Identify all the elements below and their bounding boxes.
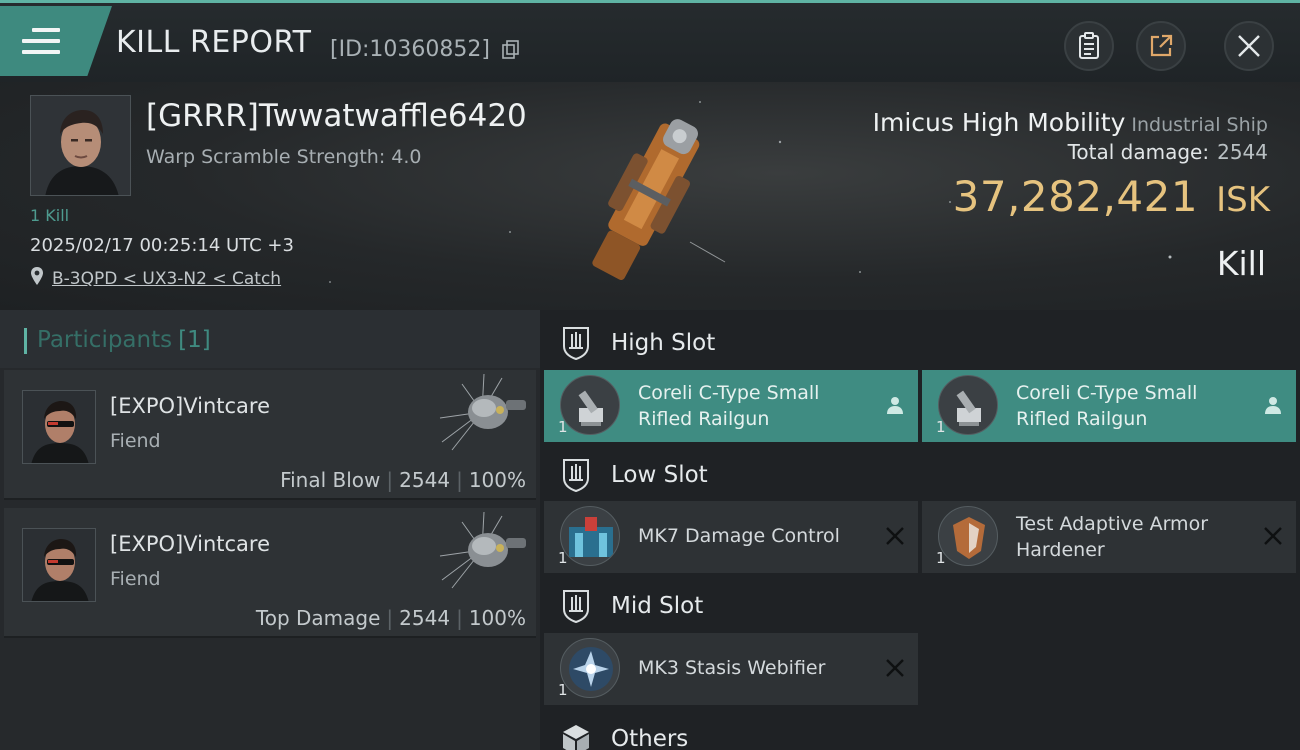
pilot-icon: [887, 397, 903, 414]
isk-unit: ISK: [1216, 180, 1270, 220]
ship-name-line: Imicus High Mobility Industrial Ship: [873, 108, 1268, 137]
location-pin-icon: [31, 267, 43, 285]
victim-header: [GRRR]Twwatwaffle6420 Warp Scramble Stre…: [0, 82, 1300, 310]
others-label: Others: [611, 726, 689, 750]
mid-slot-header: Mid Slot: [540, 575, 1300, 635]
copy-icon[interactable]: [502, 40, 520, 60]
participant-ship-image: [439, 511, 526, 589]
isk-value: 37,282,421: [952, 172, 1199, 221]
module-quantity: 1: [558, 418, 568, 436]
menu-button[interactable]: [0, 6, 112, 76]
slot-shield-icon: [563, 327, 589, 360]
isk-value-line: 37,282,421 ISK: [953, 172, 1270, 221]
participant-ship: Fiend: [110, 430, 161, 452]
participant-ship: Fiend: [110, 568, 161, 590]
slot-shield-icon: [563, 459, 589, 492]
module-name: MK3 Stasis Webifier: [638, 657, 826, 679]
kill-result-label: Kill: [1216, 244, 1266, 283]
participant-stats: Final Blow | 2544 | 100%: [280, 468, 526, 492]
participant-percent: 100%: [468, 468, 526, 492]
participant-stats: Top Damage | 2544 | 100%: [255, 606, 526, 630]
module-card[interactable]: 1 Coreli C-Type Small Rifled Railgun: [922, 370, 1296, 442]
ship-name[interactable]: Imicus High Mobility: [873, 108, 1126, 137]
menu-icon: [22, 28, 60, 56]
share-button[interactable]: [1136, 21, 1186, 71]
kill-location-link[interactable]: B-3QPD < UX3-N2 < Catch: [52, 269, 281, 289]
participant-role: Final Blow: [280, 468, 381, 492]
total-damage-value: 2544: [1217, 140, 1268, 164]
module-card[interactable]: 1 MK7 Damage Control: [544, 501, 918, 573]
participant-avatar[interactable]: [22, 390, 96, 464]
page-title: KILL REPORT: [116, 25, 312, 60]
module-name: Test Adaptive Armor Hardener: [1016, 513, 1209, 561]
module-card[interactable]: 1 MK3 Stasis Webifier: [544, 633, 918, 705]
high-slot-header: High Slot: [540, 312, 1300, 372]
report-id: [ID:10360852]: [330, 37, 490, 62]
participant-damage: 2544: [399, 606, 451, 630]
module-card[interactable]: 1 Test Adaptive Armor Hardener: [922, 501, 1296, 573]
slot-shield-icon: [563, 590, 589, 623]
fitting-panel: High Slot 1 Coreli C-Type Small Rifled R…: [540, 310, 1300, 750]
mid-slot-label: Mid Slot: [611, 593, 704, 619]
railgun-icon: [938, 375, 998, 435]
participant-ship-image: [439, 373, 526, 451]
participant-name[interactable]: [EXPO]Vintcare: [110, 532, 270, 556]
module-quantity: 1: [936, 549, 946, 567]
victim-name[interactable]: [GRRR]Twwatwaffle6420: [146, 98, 527, 134]
warp-scramble-strength: Warp Scramble Strength: 4.0: [146, 146, 422, 168]
close-icon: [1238, 35, 1260, 57]
dropped-x-icon: [1264, 527, 1282, 545]
victim-ship-image: [592, 119, 726, 281]
kill-timestamp: 2025/02/17 00:25:14 UTC +3: [30, 235, 294, 256]
box-icon: [563, 725, 589, 750]
participant-damage: 2544: [399, 468, 451, 492]
pilot-icon: [1265, 397, 1281, 414]
victim-avatar[interactable]: [30, 95, 131, 196]
participant-row[interactable]: [EXPO]Vintcare Fiend Top Damage | 2544 | 100…: [4, 508, 536, 638]
close-button[interactable]: [1224, 21, 1274, 71]
participant-role: Top Damage: [255, 606, 381, 630]
low-slot-label: Low Slot: [611, 462, 708, 488]
dropped-x-icon: [886, 527, 904, 545]
damage-control-icon: [560, 506, 620, 566]
total-damage-line: Total damage: 2544: [1068, 140, 1268, 164]
stasis-webifier-icon: [560, 638, 620, 698]
kill-count: 1 Kill: [30, 206, 70, 225]
module-name: MK7 Damage Control: [638, 525, 840, 547]
armor-hardener-icon: [938, 506, 998, 566]
total-damage-label: Total damage:: [1067, 140, 1210, 164]
railgun-icon: [560, 375, 620, 435]
participants-label: Participants: [37, 327, 173, 353]
participants-panel: Participants [1] [EXPO]Vintcare Fiend Fi…: [0, 310, 540, 750]
ship-class: Industrial Ship: [1131, 114, 1268, 136]
share-icon: [1150, 34, 1173, 57]
high-slot-label: High Slot: [611, 330, 716, 356]
participants-header: Participants [1]: [0, 310, 540, 368]
module-quantity: 1: [558, 681, 568, 699]
accent-bar: [24, 328, 27, 354]
module-quantity: 1: [558, 549, 568, 567]
participant-name[interactable]: [EXPO]Vintcare: [110, 394, 270, 418]
top-bar: KILL REPORT [ID:10360852]: [0, 0, 1300, 82]
clipboard-icon: [1079, 32, 1099, 59]
low-slot-header: Low Slot: [540, 444, 1300, 504]
participants-title: Participants [1]: [37, 327, 211, 353]
participant-row[interactable]: [EXPO]Vintcare Fiend Final Blow | 2544 | 100…: [4, 370, 536, 500]
module-card[interactable]: 1 Coreli C-Type Small Rifled Railgun: [544, 370, 918, 442]
participant-percent: 100%: [468, 606, 526, 630]
module-name: Coreli C-Type Small Rifled Railgun: [638, 382, 820, 430]
module-name: Coreli C-Type Small Rifled Railgun: [1016, 382, 1198, 430]
others-header: Others: [540, 708, 1300, 750]
clipboard-button[interactable]: [1064, 21, 1114, 71]
participants-count: [1]: [178, 327, 211, 353]
module-quantity: 1: [936, 418, 946, 436]
participant-avatar[interactable]: [22, 528, 96, 602]
dropped-x-icon: [886, 659, 904, 677]
